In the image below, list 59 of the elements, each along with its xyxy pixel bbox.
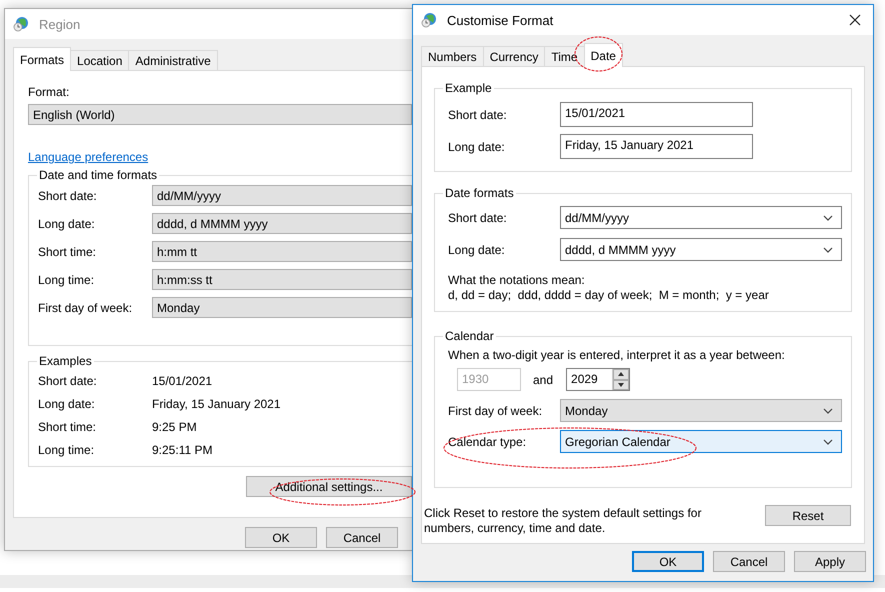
example-value: 9:25:11 PM	[152, 442, 214, 456]
tab[interactable]: Date	[584, 43, 623, 67]
reset-button[interactable]: Reset	[765, 505, 851, 526]
example-label: Short date:	[38, 374, 98, 388]
down-arrow-icon	[618, 382, 624, 387]
example-value: Friday, 15 January 2021	[152, 396, 282, 410]
tab[interactable]: Numbers	[421, 46, 484, 66]
format-field[interactable]: dd/MM/yyyy	[152, 185, 412, 206]
group-title: Calendar	[443, 329, 496, 343]
dropdown[interactable]: dd/MM/yyyy	[560, 206, 842, 229]
group-title: Examples	[37, 354, 94, 368]
globe-icon	[421, 12, 437, 28]
example-value: 9:25 PM	[152, 420, 198, 434]
field-label: Long date:	[448, 140, 506, 154]
dropdown[interactable]: Monday	[560, 399, 842, 422]
chevron-down-icon	[823, 246, 833, 252]
chevron-down-icon	[823, 438, 833, 444]
format-field[interactable]: Monday	[152, 297, 412, 318]
window-title: Customise Format	[447, 12, 554, 28]
example-field[interactable]: 15/01/2021	[560, 102, 753, 127]
dialog-button[interactable]: Cancel	[713, 551, 785, 572]
field-label: Short date:	[38, 188, 98, 202]
reset-note: Click Reset to restore the system default settings for numbers, currency, time and date.	[424, 506, 702, 536]
example-value: 15/01/2021	[152, 374, 214, 388]
field-label: Short date:	[448, 210, 508, 224]
dropdown[interactable]: Gregorian Calendar	[560, 430, 842, 453]
and-label: and	[533, 372, 554, 386]
up-arrow-icon	[618, 372, 624, 376]
chevron-down-icon	[823, 408, 833, 414]
field-label: Calendar type:	[448, 434, 528, 448]
year-spinner[interactable]: 2029	[566, 368, 630, 391]
tab[interactable]: Currency	[482, 46, 546, 66]
field-label: Long time:	[38, 272, 96, 286]
group-title: Date formats	[443, 186, 516, 200]
field-label: Long date:	[448, 242, 506, 256]
example-field[interactable]: Friday, 15 January 2021	[560, 134, 753, 159]
format-field[interactable]: h:mm tt	[152, 241, 412, 262]
field-label: Short time:	[38, 244, 98, 258]
field-label: Short date:	[448, 108, 508, 122]
group-title: Date and time formats	[37, 168, 160, 182]
globe-icon	[13, 16, 29, 32]
example-label: Long time:	[38, 442, 96, 456]
field-label: Format:	[28, 85, 70, 99]
format-field[interactable]: h:mm:ss tt	[152, 269, 412, 290]
group-title: Example	[443, 81, 494, 95]
window-title: Region	[39, 16, 80, 32]
field-label: Long date:	[38, 216, 96, 230]
prompt-text: When a two-digit year is entered, interpret it as a year between:	[448, 348, 786, 362]
dropdown[interactable]: dddd, d MMMM yyyy	[560, 238, 842, 261]
notations-title: What the notations mean:	[448, 273, 586, 287]
dialog-button[interactable]: Apply	[794, 551, 866, 572]
dialog-button[interactable]: OK	[632, 551, 704, 572]
field-label: First day of week:	[448, 404, 544, 418]
example-label: Long date:	[38, 396, 96, 410]
format-field[interactable]: dddd, d MMMM yyyy	[152, 213, 412, 234]
chevron-down-icon	[823, 214, 833, 220]
notations-text: d, dd = day; ddd, dddd = day of week; M = month; y = year	[448, 288, 770, 302]
field-label: First day of week:	[38, 300, 134, 314]
example-label: Short time:	[38, 420, 98, 434]
